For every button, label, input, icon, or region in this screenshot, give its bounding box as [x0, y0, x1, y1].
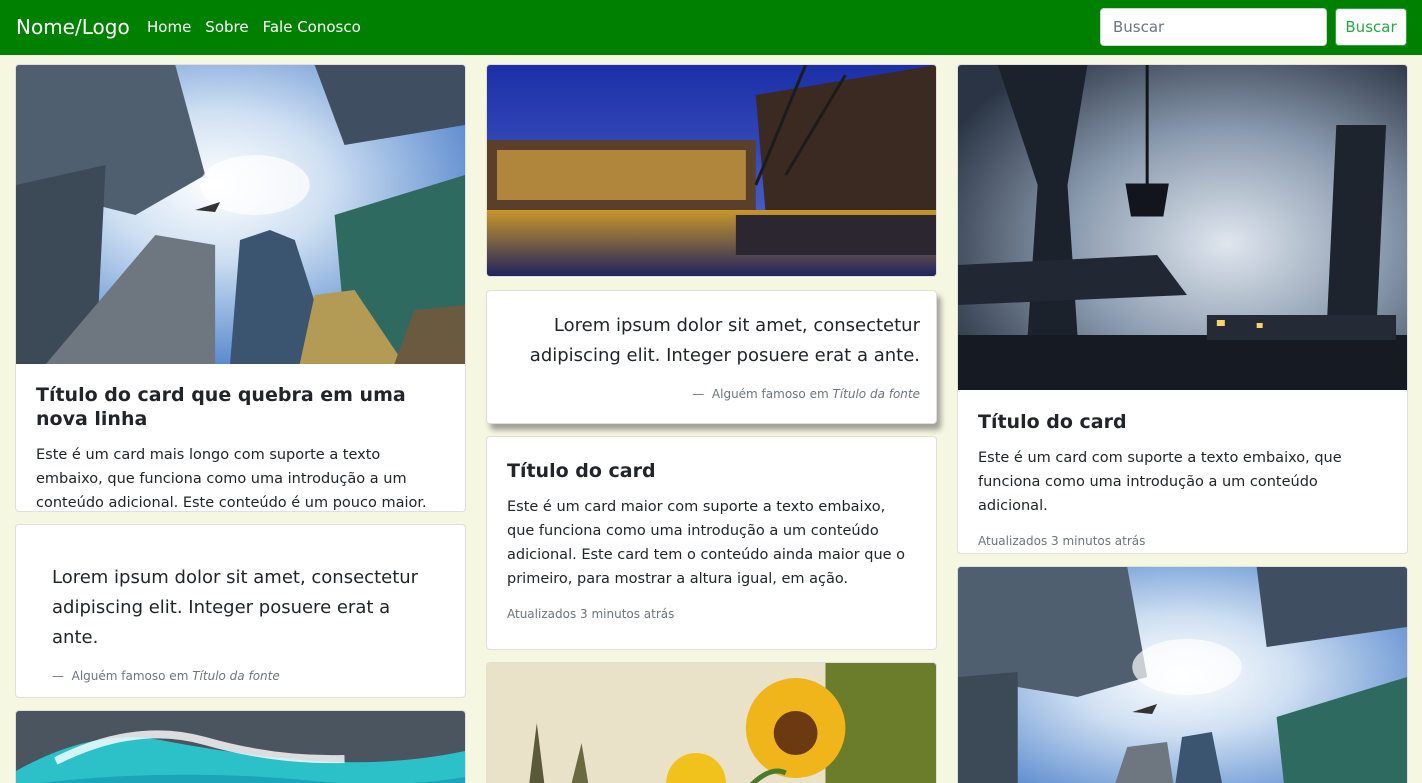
quote-cite: Título da fonte: [192, 669, 280, 683]
quote-text: Lorem ipsum dolor sit amet, consectetur …: [529, 315, 920, 366]
card-image-skyscrapers: [16, 65, 465, 364]
card-image-industrial: [958, 65, 1407, 390]
card-title: Título do card: [978, 411, 1127, 433]
card-body: Título do card que quebra em uma nova li…: [36, 383, 445, 511]
card-updated: Atualizados 3 minutos atrás: [978, 534, 1146, 548]
quote-footer: — Alguém famoso em Título da fonte: [692, 387, 920, 401]
blockquote: Lorem ipsum dolor sit amet, consectetur …: [52, 563, 441, 683]
nav-link-sobre[interactable]: Sobre: [205, 18, 248, 36]
card-industrial: Título do card Este é um card com suport…: [957, 64, 1408, 554]
card-image-ocean-wave: [16, 711, 465, 783]
card-updated: Atualizados 3 minutos atrás: [507, 607, 675, 621]
navbar: Nome/Logo Home Sobre Fale Conosco Buscar: [0, 0, 1422, 55]
card-text: Este é um card com suporte a texto embai…: [978, 450, 1342, 514]
brand-logo[interactable]: Nome/Logo: [16, 15, 130, 39]
card-skyscrapers: Título do card que quebra em uma nova li…: [15, 64, 466, 512]
quote-text: Lorem ipsum dolor sit amet, consectetur …: [52, 567, 419, 648]
card-image-canal-night: [487, 65, 936, 276]
card-title: Título do card: [507, 460, 656, 482]
quote-footer-prefix: Alguém famoso em: [711, 387, 829, 401]
quote-footer: — Alguém famoso em Título da fonte: [52, 669, 280, 683]
search-input[interactable]: [1100, 8, 1327, 46]
card-ocean-wave: [15, 710, 466, 783]
card-body: Título do card Este é um card maior com …: [507, 459, 916, 621]
card-text: Este é um card mais longo com suporte a …: [36, 447, 427, 511]
search-button[interactable]: Buscar: [1335, 8, 1407, 46]
card-image-sunflower: [487, 663, 936, 783]
card-image-skyscrapers: [958, 567, 1407, 783]
quote-cite: Título da fonte: [832, 387, 920, 401]
card-text-long: Título do card Este é um card maior com …: [486, 436, 937, 650]
card-sunflower: [486, 662, 937, 783]
card-quote-right: Lorem ipsum dolor sit amet, consectetur …: [486, 290, 937, 424]
card-title: Título do card que quebra em uma nova li…: [36, 384, 406, 430]
card-canal-night: [486, 64, 937, 277]
nav-link-fale-conosco[interactable]: Fale Conosco: [263, 18, 361, 36]
quote-footer-prefix: Alguém famoso em: [71, 669, 189, 683]
blockquote: Lorem ipsum dolor sit amet, consectetur …: [511, 311, 920, 401]
nav-links: Home Sobre Fale Conosco: [147, 18, 361, 36]
card-body: Título do card Este é um card com suport…: [978, 410, 1387, 548]
card-quote: Lorem ipsum dolor sit amet, consectetur …: [15, 524, 466, 698]
nav-link-home[interactable]: Home: [147, 18, 191, 36]
card-skyscrapers-2: [957, 566, 1408, 783]
card-text: Este é um card maior com suporte a texto…: [507, 499, 906, 587]
